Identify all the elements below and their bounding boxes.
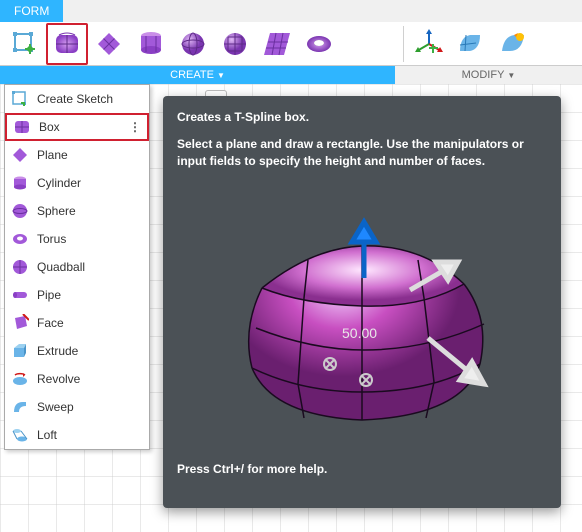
menu-label: Loft bbox=[37, 428, 57, 442]
modify-extrude-icon bbox=[456, 29, 486, 59]
modify-revolve-icon bbox=[498, 29, 528, 59]
menu-more-icon[interactable]: ⋮ bbox=[129, 120, 141, 134]
dim-label: 50.00 bbox=[342, 325, 377, 341]
extrude-icon bbox=[11, 342, 29, 360]
sweep-icon bbox=[11, 398, 29, 416]
quadball-icon bbox=[11, 258, 29, 276]
panel-create-label: CREATE bbox=[170, 69, 214, 81]
tooltip-hint: Press Ctrl+/ for more help. bbox=[177, 462, 547, 476]
pipe-icon bbox=[262, 29, 292, 59]
menu-label: Sphere bbox=[37, 204, 76, 218]
tool-modify-revolve[interactable] bbox=[492, 23, 534, 65]
tool-sphere[interactable] bbox=[172, 23, 214, 65]
toolbar-create bbox=[0, 22, 395, 66]
sphere-icon bbox=[11, 202, 29, 220]
box-icon bbox=[52, 29, 82, 59]
toolbar-modify bbox=[395, 22, 582, 66]
tool-box[interactable] bbox=[46, 23, 88, 65]
tooltip-box: Creates a T-Spline box. Select a plane a… bbox=[163, 96, 561, 508]
dropdown-icon: ▼ bbox=[217, 71, 225, 80]
menu-plane[interactable]: Plane bbox=[5, 141, 149, 169]
tool-cylinder[interactable] bbox=[130, 23, 172, 65]
tool-create-sketch[interactable] bbox=[4, 23, 46, 65]
panel-modify: MODIFY▼ bbox=[395, 22, 582, 84]
dropdown-icon: ▼ bbox=[507, 71, 515, 80]
menu-label: Extrude bbox=[37, 344, 78, 358]
menu-label: Pipe bbox=[37, 288, 61, 302]
panel-create: CREATE▼ bbox=[0, 22, 395, 84]
tool-pipe[interactable] bbox=[256, 23, 298, 65]
pipe-icon bbox=[11, 286, 29, 304]
menu-extrude[interactable]: Extrude bbox=[5, 337, 149, 365]
cylinder-icon bbox=[136, 29, 166, 59]
menu-label: Cylinder bbox=[37, 176, 81, 190]
loft-icon bbox=[11, 426, 29, 444]
divider bbox=[403, 26, 404, 62]
menu-label: Face bbox=[37, 316, 64, 330]
torus-icon bbox=[304, 29, 334, 59]
plane-icon bbox=[11, 146, 29, 164]
menu-sweep[interactable]: Sweep bbox=[5, 393, 149, 421]
box-icon bbox=[13, 118, 31, 136]
plane-icon bbox=[94, 29, 124, 59]
tab-label: FORM bbox=[14, 4, 49, 18]
sphere-icon bbox=[178, 29, 208, 59]
menu-label: Revolve bbox=[37, 372, 80, 386]
tool-modify-extrude[interactable] bbox=[450, 23, 492, 65]
menu-pipe[interactable]: Pipe bbox=[5, 281, 149, 309]
create-menu: Create Sketch Box ⋮ Plane Cylinder Spher… bbox=[4, 84, 150, 450]
menu-torus[interactable]: Torus bbox=[5, 225, 149, 253]
sketch-icon bbox=[11, 90, 29, 108]
menu-create-sketch[interactable]: Create Sketch bbox=[5, 85, 149, 113]
menu-label: Create Sketch bbox=[37, 92, 113, 106]
tool-xyz[interactable] bbox=[408, 23, 450, 65]
panel-modify-label: MODIFY bbox=[462, 69, 505, 81]
face-icon bbox=[11, 314, 29, 332]
menu-sphere[interactable]: Sphere bbox=[5, 197, 149, 225]
menu-label: Box bbox=[39, 120, 60, 134]
sketch-icon bbox=[10, 29, 40, 59]
tool-plane[interactable] bbox=[88, 23, 130, 65]
context-tab-form[interactable]: FORM bbox=[0, 0, 63, 22]
menu-label: Plane bbox=[37, 148, 68, 162]
tooltip-title: Creates a T-Spline box. bbox=[177, 110, 547, 124]
menu-cylinder[interactable]: Cylinder bbox=[5, 169, 149, 197]
revolve-icon bbox=[11, 370, 29, 388]
panel-create-dropdown[interactable]: CREATE▼ bbox=[0, 66, 395, 84]
torus-icon bbox=[11, 230, 29, 248]
ribbon: CREATE▼ bbox=[0, 22, 582, 84]
menu-face[interactable]: Face bbox=[5, 309, 149, 337]
tooltip-description: Select a plane and draw a rectangle. Use… bbox=[177, 136, 547, 170]
panel-modify-dropdown[interactable]: MODIFY▼ bbox=[395, 66, 582, 84]
box-render: 50.00 bbox=[192, 188, 532, 448]
menu-box[interactable]: Box ⋮ bbox=[5, 113, 149, 141]
quadball-icon bbox=[220, 29, 250, 59]
coord-icon bbox=[414, 29, 444, 59]
tooltip-preview: 50.00 bbox=[192, 188, 532, 448]
menu-label: Quadball bbox=[37, 260, 85, 274]
tool-torus[interactable] bbox=[298, 23, 340, 65]
cylinder-icon bbox=[11, 174, 29, 192]
menu-quadball[interactable]: Quadball bbox=[5, 253, 149, 281]
menu-label: Torus bbox=[37, 232, 66, 246]
menu-loft[interactable]: Loft bbox=[5, 421, 149, 449]
menu-revolve[interactable]: Revolve bbox=[5, 365, 149, 393]
tool-quadball[interactable] bbox=[214, 23, 256, 65]
menu-label: Sweep bbox=[37, 400, 74, 414]
